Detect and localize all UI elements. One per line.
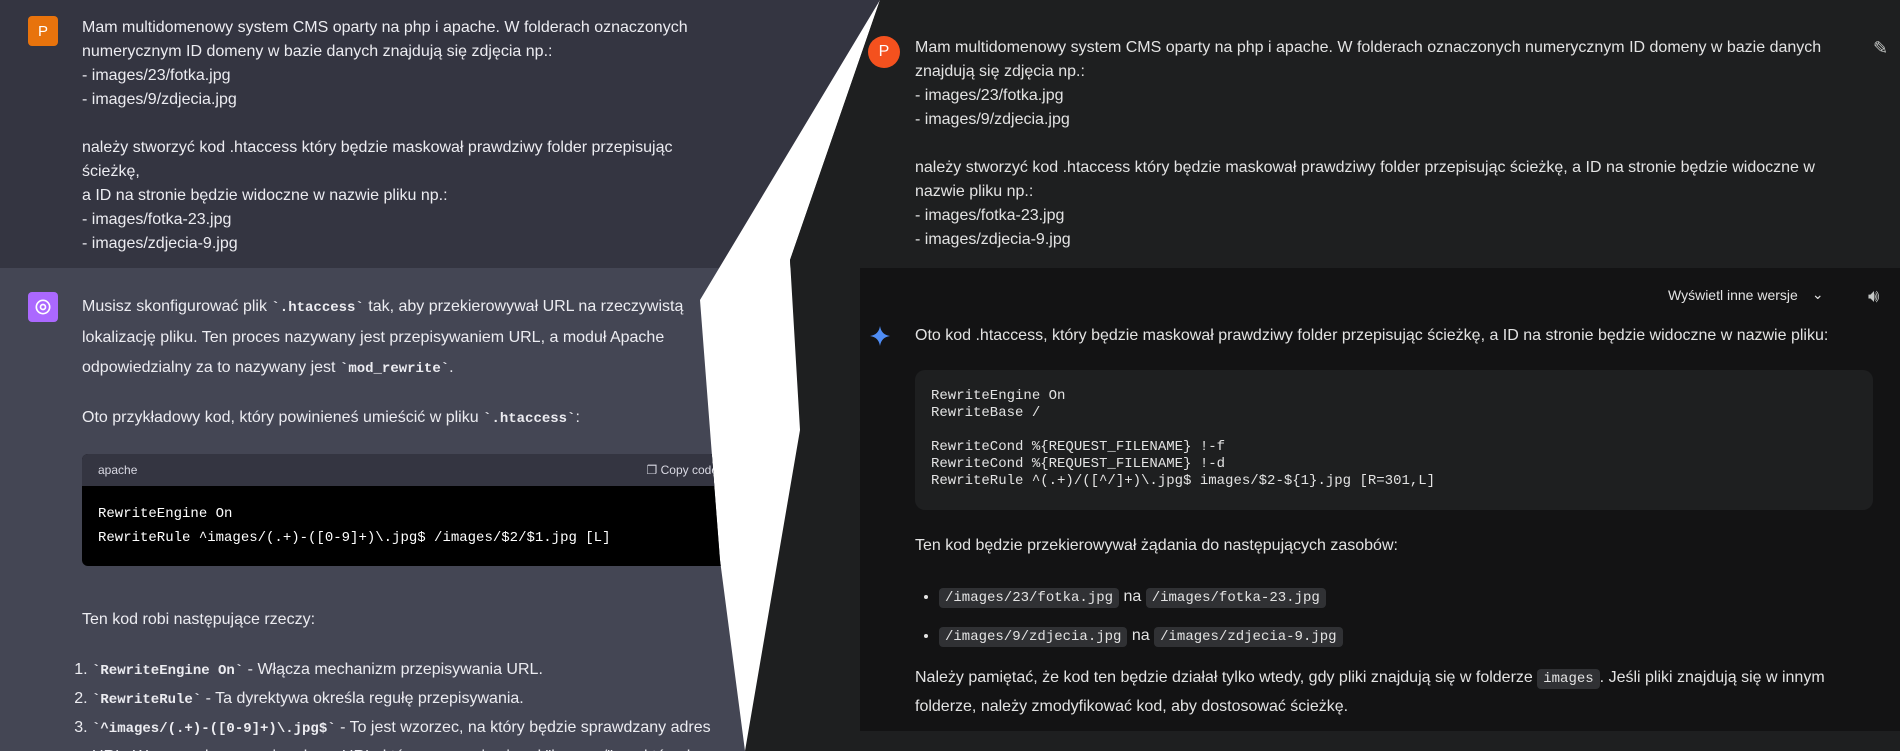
list-item: `^images/(.+)-([0-9]+)\.jpg$` - To jest … [92, 714, 732, 751]
user-line: - images/9/zdjecia.jpg [82, 91, 237, 108]
code-content: RewriteEngine On RewriteRule ^images/(.+… [98, 506, 611, 546]
copy-code-button[interactable]: ❐ Copy code [647, 463, 718, 477]
thumbs-up-icon[interactable]: 👍︎ [775, 292, 791, 310]
user-line: znajdują się zdjęcia np.: [915, 63, 1085, 80]
chatgpt-logo-icon [28, 292, 58, 322]
user-line: nazwie pliku np.: [915, 183, 1034, 200]
redirect-text: Ten kod będzie przekierowywał żądania do… [915, 537, 1398, 554]
chatgpt-user-message: P Mam multidomenowy system CMS oparty na… [0, 0, 880, 268]
user-line: - images/zdjecia-9.jpg [915, 231, 1071, 248]
answer-intro: Oto kod .htaccess, który będzie maskował… [915, 327, 1829, 344]
user-line: należy stworzyć kod .htaccess który będz… [915, 159, 1815, 176]
list-item: /images/23/fotka.jpg na /images/fotka-23… [939, 578, 1343, 617]
redirect-list: /images/23/fotka.jpg na /images/fotka-23… [915, 578, 1343, 656]
user-line: - images/23/fotka.jpg [915, 87, 1064, 104]
note-text: Należy pamiętać, że kod ten będzie dział… [915, 669, 1825, 715]
message-actions: ❐ 👍︎ [748, 292, 791, 310]
bard-sparkle-icon [870, 326, 890, 346]
list-item: `RewriteEngine On` - Włącza mechanizm pr… [92, 656, 732, 685]
user-line: - images/9/zdjecia.jpg [915, 111, 1070, 128]
assistant-example-text: Oto przykładowy kod, który powinieneś um… [82, 409, 580, 427]
user-avatar: P [28, 16, 58, 46]
user-line: - images/zdjecia-9.jpg [82, 235, 238, 252]
user-line: - images/23/fotka.jpg [82, 67, 231, 84]
edit-icon[interactable]: ✎ [1873, 38, 1888, 59]
user-line: - images/fotka-23.jpg [82, 211, 232, 228]
speaker-icon[interactable]: 🔊︎ [1868, 286, 1879, 307]
code-language: apache [98, 463, 138, 477]
user-line: numerycznym ID domeny w bazie danych zna… [82, 43, 553, 60]
assistant-intro: Musisz skonfigurować plik `.htaccess` ta… [82, 298, 684, 377]
code-header: apache ❐ Copy code [82, 454, 734, 486]
explanation-heading: Ten kod robi następujące rzeczy: [82, 611, 316, 628]
user-line: a ID na stronie będzie widoczne w nazwie… [82, 187, 448, 204]
user-message-text: Mam multidomenowy system CMS oparty na p… [915, 36, 1845, 252]
code-block: apache ❐ Copy code RewriteEngine On Rewr… [82, 454, 734, 566]
user-line: Mam multidomenowy system CMS oparty na p… [915, 39, 1822, 56]
list-item: /images/9/zdjecia.jpg na /images/zdjecia… [939, 617, 1343, 656]
chevron-down-icon: ⌄ [1811, 286, 1824, 302]
list-item: `RewriteRule` - Ta dyrektywa określa reg… [92, 685, 732, 714]
explanation-steps: `RewriteEngine On` - Włącza mechanizm pr… [60, 656, 732, 751]
user-message-text: Mam multidomenowy system CMS oparty na p… [82, 16, 732, 256]
view-versions-button[interactable]: Wyświetl inne wersje ⌄ [1668, 286, 1824, 303]
code-block: RewriteEngine On RewriteBase / RewriteCo… [915, 370, 1873, 510]
user-avatar: P [868, 36, 900, 68]
user-line: - images/fotka-23.jpg [915, 207, 1065, 224]
copy-icon[interactable]: ❐ [748, 292, 761, 310]
user-line: Mam multidomenowy system CMS oparty na p… [82, 19, 688, 36]
user-line: należy stworzyć kod .htaccess który będz… [82, 139, 673, 180]
